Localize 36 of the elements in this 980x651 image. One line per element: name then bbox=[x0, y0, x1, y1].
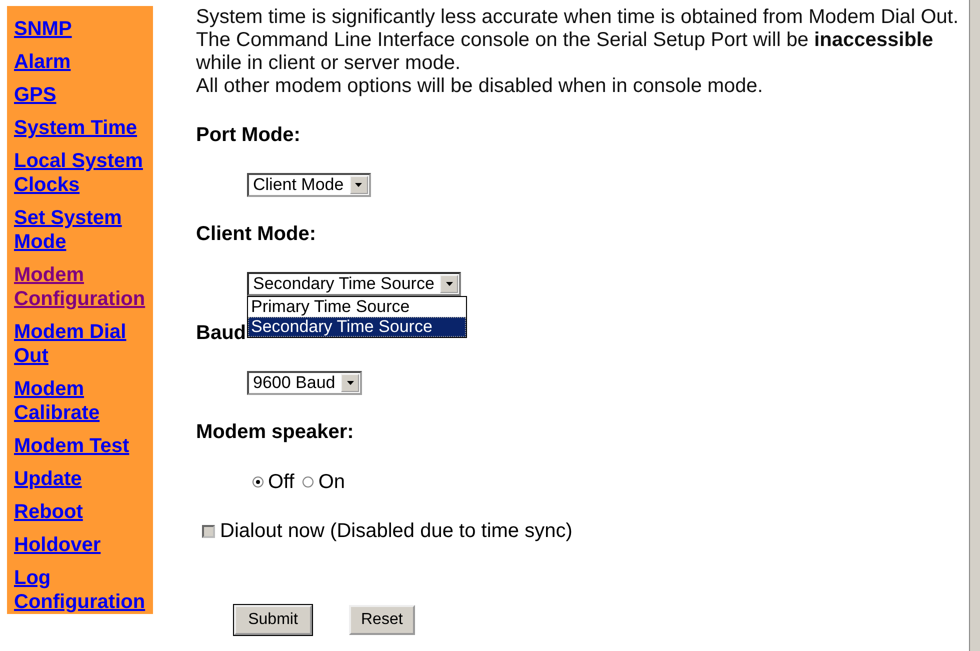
sidebar-link[interactable]: SNMP bbox=[14, 17, 152, 41]
sidebar-link[interactable]: System Time bbox=[14, 116, 152, 140]
sidebar-link[interactable]: Alarm bbox=[14, 50, 152, 74]
radio-button[interactable] bbox=[252, 476, 264, 488]
radio-label: Off bbox=[268, 470, 294, 494]
sidebar-link[interactable]: Local System Clocks bbox=[14, 149, 152, 197]
field-label: Baud bbox=[196, 321, 246, 345]
field-label: Modem speaker: bbox=[196, 420, 354, 444]
dropdown[interactable]: Client Mode bbox=[247, 173, 371, 197]
dropdown[interactable]: 9600 Baud bbox=[247, 371, 362, 395]
sidebar-link[interactable]: Reboot bbox=[14, 500, 152, 524]
scrollbar[interactable] bbox=[969, 0, 980, 651]
sidebar-link[interactable]: Modem Dial Out bbox=[14, 320, 152, 368]
radio-button[interactable] bbox=[302, 476, 314, 488]
caret-icon bbox=[355, 183, 362, 187]
caret-icon bbox=[346, 381, 354, 385]
dropdown-option[interactable]: Primary Time Source bbox=[248, 297, 466, 317]
field-label: Port Mode: bbox=[196, 123, 300, 147]
sidebar-link[interactable]: Set System Mode bbox=[14, 206, 152, 254]
sidebar-link[interactable]: Holdover bbox=[14, 533, 152, 557]
sidebar-link[interactable]: Modem Test bbox=[14, 434, 152, 458]
field-label: Client Mode: bbox=[196, 222, 316, 246]
notice-text: All other modem options will be disabled when in console mode. bbox=[196, 75, 764, 98]
radio-label: On bbox=[318, 470, 345, 494]
dropdown-option[interactable]: Secondary Time Source bbox=[248, 317, 466, 337]
sidebar-link[interactable]: Modem Configuration bbox=[14, 263, 152, 311]
notice-text: The Command Line Interface console on the Serial Setup Port will be inaccessible while in client or server mode. bbox=[196, 29, 934, 75]
sidebar-link[interactable]: Modem Calibrate bbox=[14, 377, 152, 425]
checkbox-label: Dialout now (Disabled due to time sync) bbox=[220, 520, 572, 542]
sidebar-link[interactable]: Update bbox=[14, 467, 152, 491]
sidebar-link[interactable]: Log Configuration bbox=[14, 566, 152, 614]
sidebar-link[interactable]: GPS bbox=[14, 83, 152, 107]
notice-text: System time is significantly less accurate when time is obtained from Modem Dial Out. bbox=[196, 6, 960, 29]
caret-icon bbox=[446, 282, 453, 286]
submit-button[interactable]: Submit bbox=[234, 605, 312, 635]
reset-button[interactable]: Reset bbox=[349, 605, 415, 635]
